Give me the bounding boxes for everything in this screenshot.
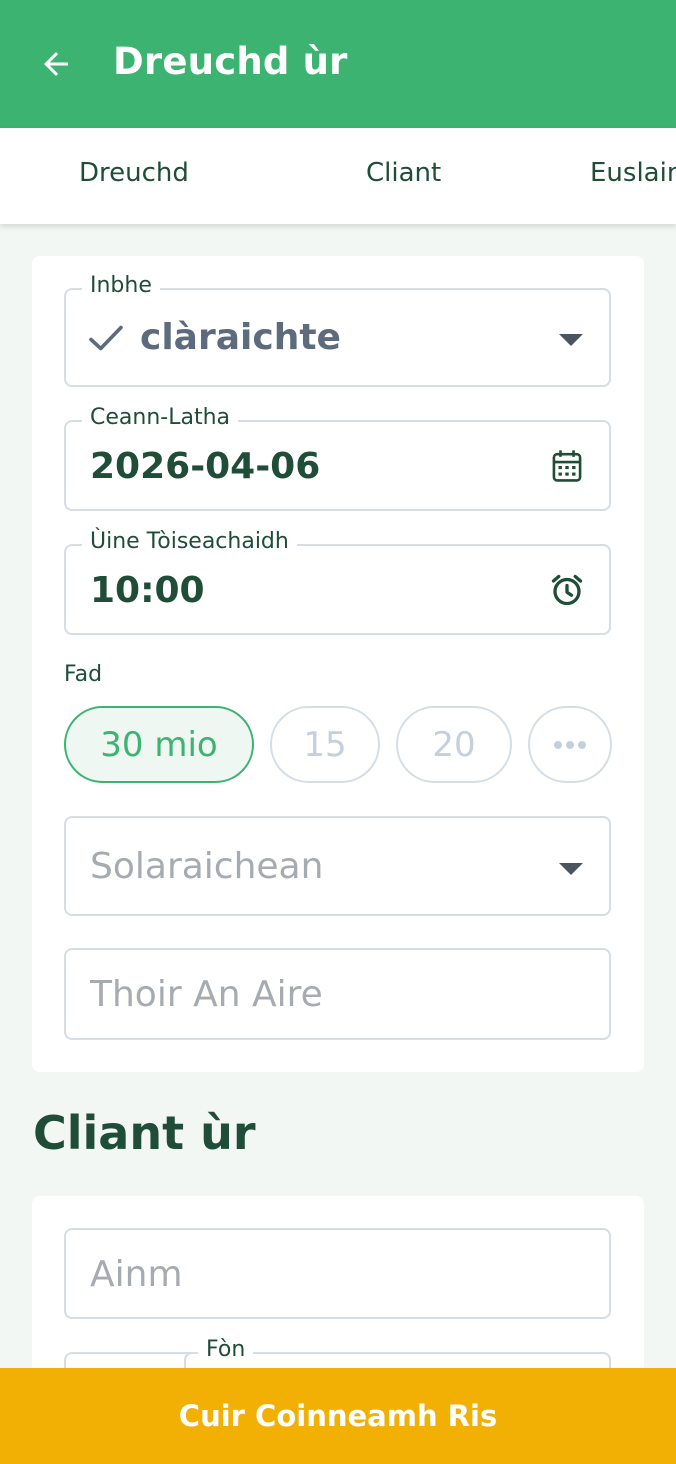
add-appointment-button[interactable]: Cuir Coinneamh Ris [0,1368,676,1464]
tab-dreuchd[interactable]: Dreuchd [79,158,189,188]
duration-more-button[interactable] [528,706,612,783]
phone-label: Fòn [198,1337,254,1362]
providers-select[interactable]: Solaraichean [64,816,611,916]
duration-chip-15[interactable]: 15 [270,706,380,783]
tab-cliant[interactable]: Cliant [366,158,441,188]
chevron-down-icon [559,863,583,875]
providers-placeholder: Solaraichean [90,846,324,887]
duration-chip-20[interactable]: 20 [396,706,512,783]
duration-chip-30[interactable]: 30 mio [64,706,254,783]
name-input[interactable]: Ainm [64,1228,611,1319]
check-icon [89,325,123,351]
date-value: 2026-04-06 [90,446,321,487]
date-field[interactable]: Ceann-Latha 2026-04-06 [64,405,611,511]
tab-bar: Dreuchd Cliant Euslain [0,128,676,224]
start-time-field[interactable]: Ùine Tòiseachaidh 10:00 [64,529,611,635]
status-select[interactable]: Inbhe clàraichte [64,273,611,387]
status-label: Inbhe [82,273,160,298]
tab-euslain[interactable]: Euslain [590,158,676,188]
date-label: Ceann-Latha [82,405,238,430]
more-horizontal-icon [554,740,586,749]
chevron-down-icon [559,334,583,346]
back-button[interactable] [36,44,76,84]
status-value: clàraichte [140,317,341,358]
duration-label: Fad [64,662,103,687]
calendar-icon[interactable] [551,449,583,483]
start-time-label: Ùine Tòiseachaidh [82,529,297,554]
notes-placeholder: Thoir An Aire [90,974,323,1015]
name-placeholder: Ainm [90,1254,183,1295]
start-time-value: 10:00 [90,570,205,611]
alarm-clock-icon[interactable] [549,572,585,608]
page-title: Dreuchd ùr [113,40,348,83]
notes-input[interactable]: Thoir An Aire [64,948,611,1040]
new-client-title: Cliant ùr [33,1106,256,1160]
app-bar: Dreuchd ùr [0,0,676,128]
arrow-left-icon [44,52,68,76]
